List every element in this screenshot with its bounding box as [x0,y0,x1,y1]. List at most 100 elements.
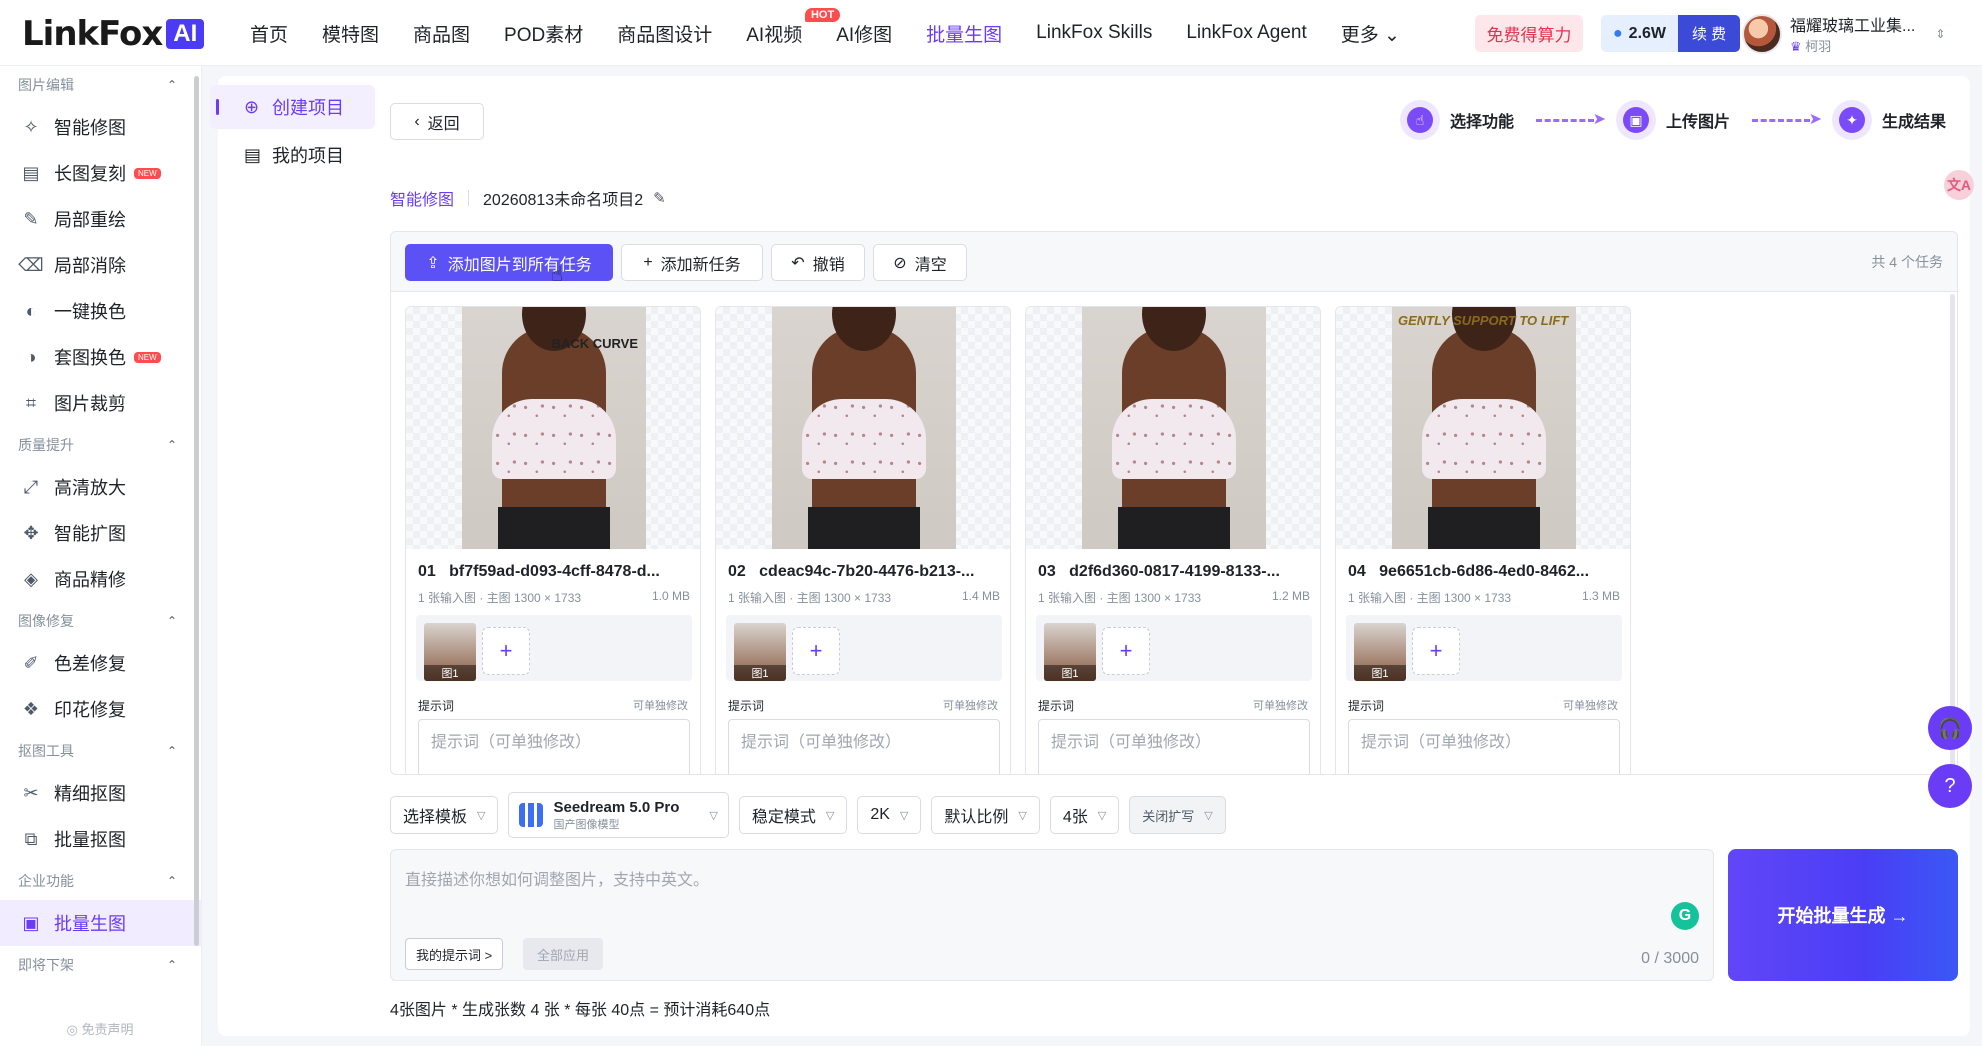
prompt-input[interactable]: 直接描述你想如何调整图片，支持中英文。 G 我的提示词 > 全部应用 0 / 3… [390,849,1714,981]
chevron-up-icon: ⌃ [166,614,177,628]
my-prompts-button[interactable]: 我的提示词 > [405,938,504,970]
nav-item-8[interactable]: LinkFox Skills [1036,22,1152,44]
card-prompt-input[interactable]: 提示词（可单独修改） [418,719,690,774]
add-image-all-button[interactable]: ⇪ 添加图片到所有任务 [405,244,613,281]
prompt-tip: 可单独修改 [943,700,998,712]
card-prompt-input[interactable]: 提示词（可单独修改） [728,719,1000,774]
mode-select[interactable]: 稳定模式 ▽ [738,796,848,834]
nav-item-6[interactable]: AI修图 [836,20,892,47]
char-counter: 0 / 3000 [1641,950,1699,967]
sidebar-item[interactable]: ▣ 批量生图 [0,900,201,946]
model-icon [519,803,544,827]
sidebar-item[interactable]: ✧ 智能修图 [0,104,201,150]
plus-icon: + [1429,638,1443,663]
input-thumb[interactable]: 图1 [424,623,476,681]
nav-item-10[interactable]: 更多 ⌄ [1341,20,1400,47]
task-card[interactable]: BACK CURVE 01 bf7f59ad-d093-4cff-8478-d..… [405,306,701,774]
add-input-button[interactable]: + [1102,627,1150,675]
disclaimer-link[interactable]: ◎ 免责声明 [0,1019,200,1038]
sidebar-item[interactable]: ⌫ 局部消除 [0,242,201,288]
back-button[interactable]: ‹ 返回 [390,103,484,140]
task-image[interactable] [1026,307,1320,549]
sidebar-item[interactable]: ⤢ 高清放大 [0,464,201,510]
sidebar-item[interactable]: ✥ 智能扩图 [0,510,201,556]
sidebar-group-header[interactable]: 图片编辑 ⌃ [0,66,201,104]
document-icon: ▤ [244,144,262,165]
breadcrumb-feature-link[interactable]: 智能修图 [390,186,454,210]
count-select[interactable]: 4张 ▽ [1049,796,1120,834]
sidebar-scrollbar[interactable] [194,76,199,946]
task-title: 04 9e6651cb-6d86-4ed0-8462... [1348,563,1590,580]
logo[interactable]: LinkFox AI [22,14,205,54]
apply-all-button[interactable]: 全部应用 [523,938,604,970]
help-icon[interactable]: ? [1928,764,1972,808]
task-card[interactable]: GENTLY SUPPORT TO LIFT 04 9e6651cb-6d86-4… [1335,306,1631,774]
add-input-button[interactable]: + [792,627,840,675]
new-badge: NEW [134,351,161,363]
panel-scrollbar[interactable] [1950,294,1955,772]
headset-icon[interactable]: 🎧 [1928,706,1972,750]
sidebar-item[interactable]: ◈ 商品精修 [0,556,201,602]
renew-button[interactable]: 续 费 [1678,15,1741,52]
add-task-button[interactable]: + 添加新任务 [621,244,763,281]
sidebar-item[interactable]: ⌗ 图片裁剪 [0,380,201,426]
task-card[interactable]: 03 d2f6d360-0817-4199-8133-... 1 张输入图 · 主… [1025,306,1321,774]
task-image[interactable] [716,307,1010,549]
sidebar-group-header[interactable]: 即将下架 ⌃ [0,946,201,984]
sidebar-item-icon: ✂ [23,782,39,803]
nav-item-9[interactable]: LinkFox Agent [1186,22,1306,44]
sidebar-group-header[interactable]: 质量提升 ⌃ [0,426,201,464]
card-prompt-input[interactable]: 提示词（可单独修改） [1348,719,1620,774]
nav-item-7[interactable]: 批量生图 [926,20,1002,47]
expand-select[interactable]: 关闭扩写 ▽ [1129,796,1226,834]
chevron-left-icon: ‹ [414,112,420,130]
sidebar-item[interactable]: ✐ 色差修复 [0,640,201,686]
sidebar-group-header[interactable]: 图像修复 ⌃ [0,602,201,640]
sidebar-item[interactable]: ❖ 印花修复 [0,686,201,732]
free-credit-button[interactable]: 免费得算力 [1475,15,1583,52]
start-batch-button[interactable]: 开始批量生成 → [1728,849,1958,981]
plus-icon: + [1119,638,1133,663]
resolution-select[interactable]: 2K ▽ [857,796,922,834]
task-card[interactable]: 02 cdeac94c-7b20-4476-b213-... 1 张输入图 · 主… [715,306,1011,774]
logo-ai-badge: AI [166,19,205,49]
card-prompt-input[interactable]: 提示词（可单独修改） [1038,719,1310,774]
nav-item-1[interactable]: 模特图 [322,20,379,47]
input-thumb[interactable]: 图1 [1354,623,1406,681]
sidebar-item[interactable]: ✎ 局部重绘 [0,196,201,242]
credit-widget[interactable]: ● 2.6W 续 费 [1601,15,1741,52]
template-select[interactable]: 选择模板 ▽ [390,796,499,834]
task-meta: 1 张输入图 · 主图 1300 × 1733 1.4 MB [728,589,1000,605]
nav-item-4[interactable]: 商品图设计 [617,20,712,47]
prompt-tip: 可单独修改 [633,700,688,712]
sidebar-group-header[interactable]: 企业功能 ⌃ [0,862,201,900]
nav-item-3[interactable]: POD素材 [504,20,583,47]
user-menu[interactable]: 福耀玻璃工业集... ♛ 柯羽 ⇕ [1742,12,1945,55]
sidebar-item[interactable]: ⧉ 批量抠图 [0,816,201,862]
model-select[interactable]: Seedream 5.0 Pro 国产图像模型 ▽ [508,792,729,838]
clear-button[interactable]: ⊘ 清空 [873,244,967,281]
sidebar-group-header[interactable]: 抠图工具 ⌃ [0,732,201,770]
sidebar-item[interactable]: ◑ 套图换色 NEW [0,334,201,380]
input-thumb[interactable]: 图1 [1044,623,1096,681]
pointer-icon: ☝ [1407,107,1433,133]
undo-button[interactable]: ↶ 撤销 [771,244,865,281]
add-input-button[interactable]: + [1412,627,1460,675]
sidebar-item[interactable]: ◐ 一键换色 [0,288,201,334]
task-image[interactable]: GENTLY SUPPORT TO LIFT [1336,307,1630,549]
edit-icon[interactable]: ✎ [653,189,666,207]
grammarly-icon[interactable]: G [1671,902,1699,930]
nav-item-2[interactable]: 商品图 [413,20,470,47]
task-image[interactable]: BACK CURVE [406,307,700,549]
sidebar-item[interactable]: ▤ 长图复刻 NEW [0,150,201,196]
sidebar-item[interactable]: ✂ 精细抠图 [0,770,201,816]
prompt-label: 提示词 [1348,699,1385,713]
my-projects-item[interactable]: ▤ 我的项目 [210,133,375,177]
translate-icon[interactable]: 文A [1944,170,1974,200]
add-input-button[interactable]: + [482,627,530,675]
ratio-select[interactable]: 默认比例 ▽ [931,796,1040,834]
nav-item-5[interactable]: AI视频 HOT [746,7,841,47]
input-thumb[interactable]: 图1 [734,623,786,681]
create-project-item[interactable]: ⊕ 创建项目 [210,85,375,129]
nav-item-0[interactable]: 首页 [250,20,288,47]
